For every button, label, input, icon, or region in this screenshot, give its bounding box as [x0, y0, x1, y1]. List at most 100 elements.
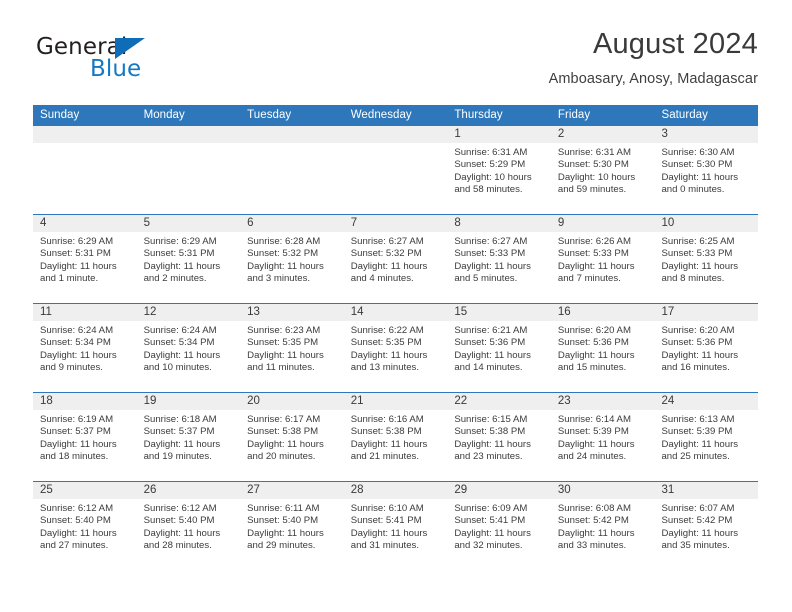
calendar-day-cell[interactable]: 23 Sunrise: 6:14 AM Sunset: 5:39 PM Dayligh…: [550, 393, 655, 481]
day-details: Sunrise: 6:27 AM Sunset: 5:33 PM Daylight:…: [447, 232, 551, 286]
day-number: 27: [240, 482, 344, 499]
sunset-text: Sunset: 5:35 PM: [350, 337, 422, 349]
day-number: 13: [240, 304, 344, 321]
calendar-day-cell[interactable]: 12 Sunrise: 6:24 AM Sunset: 5:34 PM Dayligh…: [136, 304, 241, 392]
sunset-text: Sunset: 5:33 PM: [454, 248, 526, 260]
daylight-text: Daylight: 11 hours and 15 minutes.: [557, 349, 635, 374]
weekday-header-tuesday: Tuesday: [247, 109, 292, 121]
day-details: Sunrise: 6:07 AM Sunset: 5:42 PM Daylight:…: [654, 499, 758, 553]
day-number: 5: [136, 215, 241, 232]
calendar-day-cell[interactable]: 10 Sunrise: 6:25 AM Sunset: 5:33 PM Dayligh…: [654, 215, 759, 303]
calendar-day-cell[interactable]: 7 Sunrise: 6:27 AM Sunset: 5:32 PM Daylight…: [343, 215, 448, 303]
calendar-day-cell[interactable]: 18 Sunrise: 6:19 AM Sunset: 5:37 PM Dayligh…: [33, 393, 137, 481]
calendar-day-cell[interactable]: 14 Sunrise: 6:22 AM Sunset: 5:35 PM Dayligh…: [343, 304, 448, 392]
sunset-text: Sunset: 5:29 PM: [454, 159, 526, 171]
calendar-day-cell[interactable]: 26 Sunrise: 6:12 AM Sunset: 5:40 PM Dayligh…: [136, 482, 241, 570]
sunset-text: Sunset: 5:40 PM: [143, 515, 215, 527]
calendar-day-cell[interactable]: 8 Sunrise: 6:27 AM Sunset: 5:33 PM Daylight…: [447, 215, 551, 303]
day-details: Sunrise: 6:09 AM Sunset: 5:41 PM Daylight:…: [447, 499, 551, 553]
calendar-week-row: 1 Sunrise: 6:31 AM Sunset: 5:29 PM Daylight…: [33, 126, 759, 214]
daylight-text: Daylight: 11 hours and 14 minutes.: [454, 349, 531, 374]
day-number: 1: [447, 126, 551, 143]
sunset-text: Sunset: 5:33 PM: [557, 248, 629, 260]
sunset-text: Sunset: 5:33 PM: [661, 248, 733, 260]
calendar-day-cell[interactable]: 15 Sunrise: 6:21 AM Sunset: 5:36 PM Dayligh…: [447, 304, 551, 392]
calendar-day-cell[interactable]: 11 Sunrise: 6:24 AM Sunset: 5:34 PM Dayligh…: [33, 304, 137, 392]
calendar-day-cell[interactable]: 4 Sunrise: 6:29 AM Sunset: 5:31 PM Daylight…: [33, 215, 137, 303]
calendar-day-cell[interactable]: 21 Sunrise: 6:16 AM Sunset: 5:38 PM Dayligh…: [343, 393, 448, 481]
calendar-day-cell[interactable]: 24 Sunrise: 6:13 AM Sunset: 5:39 PM Dayligh…: [654, 393, 759, 481]
calendar-day-cell[interactable]: 1 Sunrise: 6:31 AM Sunset: 5:29 PM Daylight…: [447, 126, 551, 214]
calendar-day-cell[interactable]: 25 Sunrise: 6:12 AM Sunset: 5:40 PM Dayligh…: [33, 482, 137, 570]
sunset-text: Sunset: 5:40 PM: [247, 515, 319, 527]
day-number: 8: [447, 215, 551, 232]
calendar-day-cell[interactable]: 28 Sunrise: 6:10 AM Sunset: 5:41 PM Dayligh…: [343, 482, 448, 570]
daylight-text: Daylight: 10 hours and 58 minutes.: [454, 171, 532, 196]
calendar-day-cell[interactable]: 29 Sunrise: 6:09 AM Sunset: 5:41 PM Dayligh…: [447, 482, 551, 570]
calendar-day-cell[interactable]: 9 Sunrise: 6:26 AM Sunset: 5:33 PM Daylight…: [550, 215, 655, 303]
calendar-week-row: 11 Sunrise: 6:24 AM Sunset: 5:34 PM Dayligh…: [33, 303, 759, 392]
daylight-text: Daylight: 11 hours and 20 minutes.: [247, 438, 324, 463]
calendar-day-cell[interactable]: 30 Sunrise: 6:08 AM Sunset: 5:42 PM Dayligh…: [550, 482, 655, 570]
day-number: 11: [33, 304, 137, 321]
day-number: 4: [33, 215, 137, 232]
calendar-day-cell[interactable]: 17 Sunrise: 6:20 AM Sunset: 5:36 PM Dayligh…: [654, 304, 759, 392]
day-number: 9: [550, 215, 655, 232]
sunrise-text: Sunrise: 6:24 AM: [143, 325, 217, 336]
day-number: 17: [654, 304, 759, 321]
calendar-day-cell[interactable]: 27 Sunrise: 6:11 AM Sunset: 5:40 PM Dayligh…: [240, 482, 344, 570]
calendar-day-cell[interactable]: 6 Sunrise: 6:28 AM Sunset: 5:32 PM Daylight…: [240, 215, 344, 303]
day-details: Sunrise: 6:26 AM Sunset: 5:33 PM Daylight:…: [551, 232, 655, 286]
day-number: 29: [447, 482, 551, 499]
brand-logo[interactable]: General Blue: [34, 34, 244, 90]
calendar-day-cell[interactable]: 16 Sunrise: 6:20 AM Sunset: 5:36 PM Dayligh…: [550, 304, 655, 392]
day-details: Sunrise: 6:14 AM Sunset: 5:39 PM Daylight:…: [551, 410, 655, 464]
sunset-text: Sunset: 5:35 PM: [247, 337, 319, 349]
day-details: Sunrise: 6:08 AM Sunset: 5:42 PM Daylight:…: [551, 499, 655, 553]
day-details: Sunrise: 6:16 AM Sunset: 5:38 PM Daylight:…: [344, 410, 448, 464]
calendar-day-cell[interactable]: 31 Sunrise: 6:07 AM Sunset: 5:42 PM Dayligh…: [654, 482, 759, 570]
calendar-day-cell[interactable]: 3 Sunrise: 6:30 AM Sunset: 5:30 PM Daylight…: [654, 126, 759, 214]
sunset-text: Sunset: 5:39 PM: [661, 426, 733, 438]
day-details: Sunrise: 6:12 AM Sunset: 5:40 PM Daylight:…: [137, 499, 241, 553]
sunset-text: Sunset: 5:38 PM: [454, 426, 526, 438]
sunrise-text: Sunrise: 6:31 AM: [454, 147, 528, 158]
sunrise-text: Sunrise: 6:27 AM: [454, 236, 528, 247]
sunrise-text: Sunrise: 6:24 AM: [40, 325, 114, 336]
sunset-text: Sunset: 5:40 PM: [40, 515, 111, 527]
calendar-day-cell[interactable]: 5 Sunrise: 6:29 AM Sunset: 5:31 PM Daylight…: [136, 215, 241, 303]
calendar-week-row: 18 Sunrise: 6:19 AM Sunset: 5:37 PM Dayligh…: [33, 392, 759, 481]
day-number: 26: [136, 482, 241, 499]
calendar-weeks: 1 Sunrise: 6:31 AM Sunset: 5:29 PM Daylight…: [33, 126, 759, 570]
weekday-header-row: Sunday Monday Tuesday Wednesday Thursday Frid…: [33, 105, 758, 126]
daylight-text: Daylight: 11 hours and 1 minute.: [40, 260, 117, 285]
calendar-grid: Sunday Monday Tuesday Wednesday Thursday Frid…: [33, 105, 759, 570]
sunrise-text: Sunrise: 6:20 AM: [557, 325, 631, 336]
calendar-week-row: 25 Sunrise: 6:12 AM Sunset: 5:40 PM Dayligh…: [33, 481, 759, 570]
day-number: [33, 126, 137, 143]
day-number: 23: [550, 393, 655, 410]
day-details: Sunrise: 6:10 AM Sunset: 5:41 PM Daylight:…: [344, 499, 448, 553]
calendar-day-cell[interactable]: 2 Sunrise: 6:31 AM Sunset: 5:30 PM Daylight…: [550, 126, 655, 214]
day-number: 20: [240, 393, 344, 410]
calendar-day-cell[interactable]: 13 Sunrise: 6:23 AM Sunset: 5:35 PM Dayligh…: [240, 304, 344, 392]
day-details: Sunrise: 6:11 AM Sunset: 5:40 PM Daylight:…: [240, 499, 344, 553]
sunrise-text: Sunrise: 6:08 AM: [557, 503, 631, 514]
day-number: [343, 126, 448, 143]
calendar-day-cell[interactable]: 19 Sunrise: 6:18 AM Sunset: 5:37 PM Dayligh…: [136, 393, 241, 481]
daylight-text: Daylight: 11 hours and 4 minutes.: [350, 260, 428, 285]
sunrise-text: Sunrise: 6:19 AM: [40, 414, 114, 425]
sunset-text: Sunset: 5:39 PM: [557, 426, 629, 438]
sunrise-text: Sunrise: 6:28 AM: [247, 236, 321, 247]
calendar-day-cell[interactable]: 22 Sunrise: 6:15 AM Sunset: 5:38 PM Dayligh…: [447, 393, 551, 481]
calendar-day-cell[interactable]: 20 Sunrise: 6:17 AM Sunset: 5:38 PM Dayligh…: [240, 393, 344, 481]
weekday-header-friday: Friday: [557, 109, 591, 121]
day-number: [240, 126, 344, 143]
sunrise-text: Sunrise: 6:30 AM: [661, 147, 735, 158]
daylight-text: Daylight: 11 hours and 19 minutes.: [143, 438, 221, 463]
day-number: 7: [343, 215, 448, 232]
sunset-text: Sunset: 5:42 PM: [557, 515, 629, 527]
weekday-header-thursday: Thursday: [454, 109, 503, 121]
weekday-header-wednesday: Wednesday: [350, 109, 412, 121]
daylight-text: Daylight: 11 hours and 28 minutes.: [143, 527, 221, 552]
